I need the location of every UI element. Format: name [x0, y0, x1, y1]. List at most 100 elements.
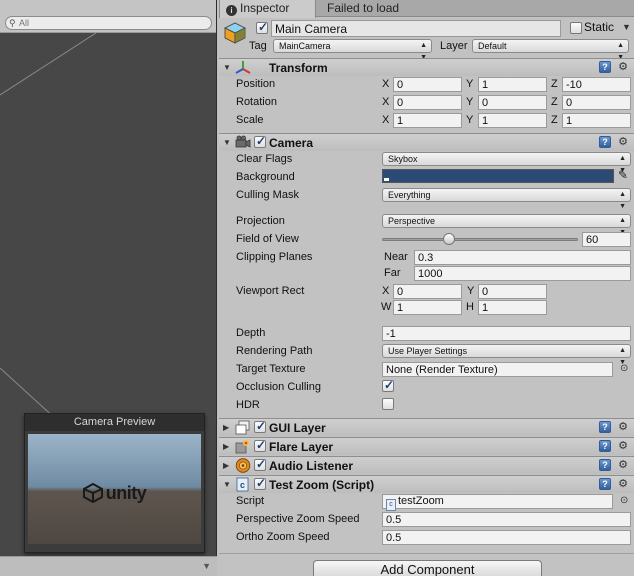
fov-slider-track[interactable]: [382, 238, 578, 241]
camera-enabled-checkbox[interactable]: [254, 134, 266, 148]
help-icon[interactable]: ?: [599, 478, 611, 490]
culling-mask-select[interactable]: Everything ▲ ▼: [382, 188, 631, 210]
camera-preview-view: unity: [28, 434, 201, 544]
camera-icon: [235, 135, 251, 148]
rendering-path-select[interactable]: Use Player Settings ▲ ▼: [382, 344, 631, 366]
scene-search-box[interactable]: ⚲: [5, 16, 212, 30]
rotation-y-field[interactable]: [478, 95, 547, 110]
foldout-icon[interactable]: ▼: [223, 138, 231, 147]
position-z-label: Z: [551, 78, 558, 90]
gear-icon[interactable]: ⚙: [618, 458, 628, 471]
flare-layer-header[interactable]: ▶ Flare Layer ? ⚙: [219, 437, 634, 455]
camera-preview: Camera Preview unity: [24, 413, 205, 553]
projection-label: Projection: [236, 215, 285, 227]
gui-layer-enabled-checkbox[interactable]: [254, 419, 266, 433]
help-icon[interactable]: ?: [599, 459, 611, 471]
audio-listener-enabled-checkbox[interactable]: [254, 457, 266, 471]
foldout-icon[interactable]: ▶: [223, 423, 229, 432]
background-color-swatch[interactable]: [382, 169, 614, 183]
viewport-w-field[interactable]: [393, 300, 462, 315]
static-checkbox[interactable]: [570, 22, 582, 34]
transform-header[interactable]: ▼ Transform ? ⚙: [219, 58, 634, 76]
svg-text:c: c: [240, 480, 245, 490]
add-component-button[interactable]: Add Component: [313, 560, 542, 576]
help-icon[interactable]: ?: [599, 421, 611, 433]
test-zoom-enabled-checkbox[interactable]: [254, 476, 266, 490]
test-zoom-title: Test Zoom (Script): [269, 478, 375, 492]
object-picker-icon[interactable]: ⊙: [620, 495, 628, 506]
unity-cube-icon: [82, 483, 103, 503]
tab-failed-to-load[interactable]: Failed to load: [321, 0, 431, 17]
background-label: Background: [236, 171, 295, 183]
layer-label: Layer: [440, 40, 468, 52]
gear-icon[interactable]: ⚙: [618, 420, 628, 433]
culling-mask-label: Culling Mask: [236, 189, 299, 201]
scale-z-field[interactable]: [562, 113, 631, 128]
script-value: testZoom: [398, 495, 444, 507]
near-field[interactable]: [414, 250, 631, 265]
perspective-zoom-speed-field[interactable]: [382, 512, 631, 527]
clear-flags-select[interactable]: Skybox ▲ ▼: [382, 152, 631, 174]
help-icon[interactable]: ?: [599, 440, 611, 452]
gameobject-name-field[interactable]: [271, 20, 561, 37]
fov-field[interactable]: [582, 232, 631, 247]
tab-bar: i Inspector Failed to load: [219, 0, 634, 18]
foldout-icon[interactable]: ▼: [223, 480, 231, 489]
foldout-icon[interactable]: ▶: [223, 461, 229, 470]
rotation-x-field[interactable]: [393, 95, 462, 110]
script-field[interactable]: c testZoom: [382, 494, 613, 511]
scale-y-field[interactable]: [478, 113, 547, 128]
eyedropper-icon[interactable]: ✎: [618, 168, 628, 182]
tab-inspector[interactable]: i Inspector: [219, 0, 316, 18]
occlusion-culling-checkbox[interactable]: [382, 378, 394, 392]
scene-scrollbar[interactable]: ▼: [0, 556, 217, 576]
position-z-field[interactable]: [562, 77, 631, 92]
scene-panel: ⚲ Camera Preview unity: [0, 0, 217, 556]
gameobject-active-checkbox[interactable]: [256, 20, 268, 34]
clear-flags-label: Clear Flags: [236, 153, 293, 165]
tag-label: Tag: [249, 40, 267, 52]
position-y-field[interactable]: [478, 77, 547, 92]
help-icon[interactable]: ?: [599, 136, 611, 148]
viewport-h-field[interactable]: [478, 300, 547, 315]
audio-listener-header[interactable]: ▶ Audio Listener ? ⚙: [219, 456, 634, 474]
viewport-w-label: W: [381, 301, 392, 313]
gameobject-header: Static ▼ Tag MainCamera▲▼ Layer Default▲…: [219, 18, 634, 61]
gear-icon[interactable]: ⚙: [618, 135, 628, 148]
target-texture-field[interactable]: [382, 362, 613, 377]
flare-layer-enabled-checkbox[interactable]: [254, 438, 266, 452]
layer-select[interactable]: Default▲▼: [472, 39, 629, 61]
position-x-field[interactable]: [393, 77, 462, 92]
fov-slider-thumb[interactable]: [443, 233, 456, 245]
chevron-down-icon[interactable]: ▼: [622, 22, 631, 32]
viewport-x-field[interactable]: [393, 284, 462, 299]
scene-toolbar: ⚲: [0, 0, 216, 33]
foldout-icon[interactable]: ▼: [223, 63, 231, 72]
scroll-down-icon[interactable]: ▼: [202, 561, 211, 571]
hdr-checkbox[interactable]: [382, 398, 394, 410]
position-label: Position: [236, 78, 276, 90]
scale-x-field[interactable]: [393, 113, 462, 128]
tag-select[interactable]: MainCamera▲▼: [273, 39, 432, 61]
test-zoom-header[interactable]: ▼ c Test Zoom (Script) ? ⚙: [219, 475, 634, 493]
depth-field[interactable]: [382, 326, 631, 341]
audio-listener-title: Audio Listener: [269, 459, 354, 473]
search-input[interactable]: [19, 17, 199, 29]
object-picker-icon[interactable]: ⊙: [620, 363, 628, 374]
gear-icon[interactable]: ⚙: [618, 60, 628, 73]
gui-layer-title: GUI Layer: [269, 421, 326, 435]
projection-select[interactable]: Perspective▲▼: [382, 214, 631, 236]
far-field[interactable]: [414, 266, 631, 281]
viewport-y-field[interactable]: [478, 284, 547, 299]
gear-icon[interactable]: ⚙: [618, 439, 628, 452]
help-icon[interactable]: ?: [599, 61, 611, 73]
foldout-icon[interactable]: ▶: [223, 442, 229, 451]
camera-header[interactable]: ▼ Camera ? ⚙: [219, 133, 634, 151]
occlusion-culling-label: Occlusion Culling: [236, 381, 321, 393]
ortho-zoom-speed-field[interactable]: [382, 530, 631, 545]
fov-label: Field of View: [236, 233, 299, 245]
gui-layer-header[interactable]: ▶ GUI Layer ? ⚙: [219, 418, 634, 436]
rotation-z-field[interactable]: [562, 95, 631, 110]
script-icon: c: [236, 477, 249, 492]
gear-icon[interactable]: ⚙: [618, 477, 628, 490]
